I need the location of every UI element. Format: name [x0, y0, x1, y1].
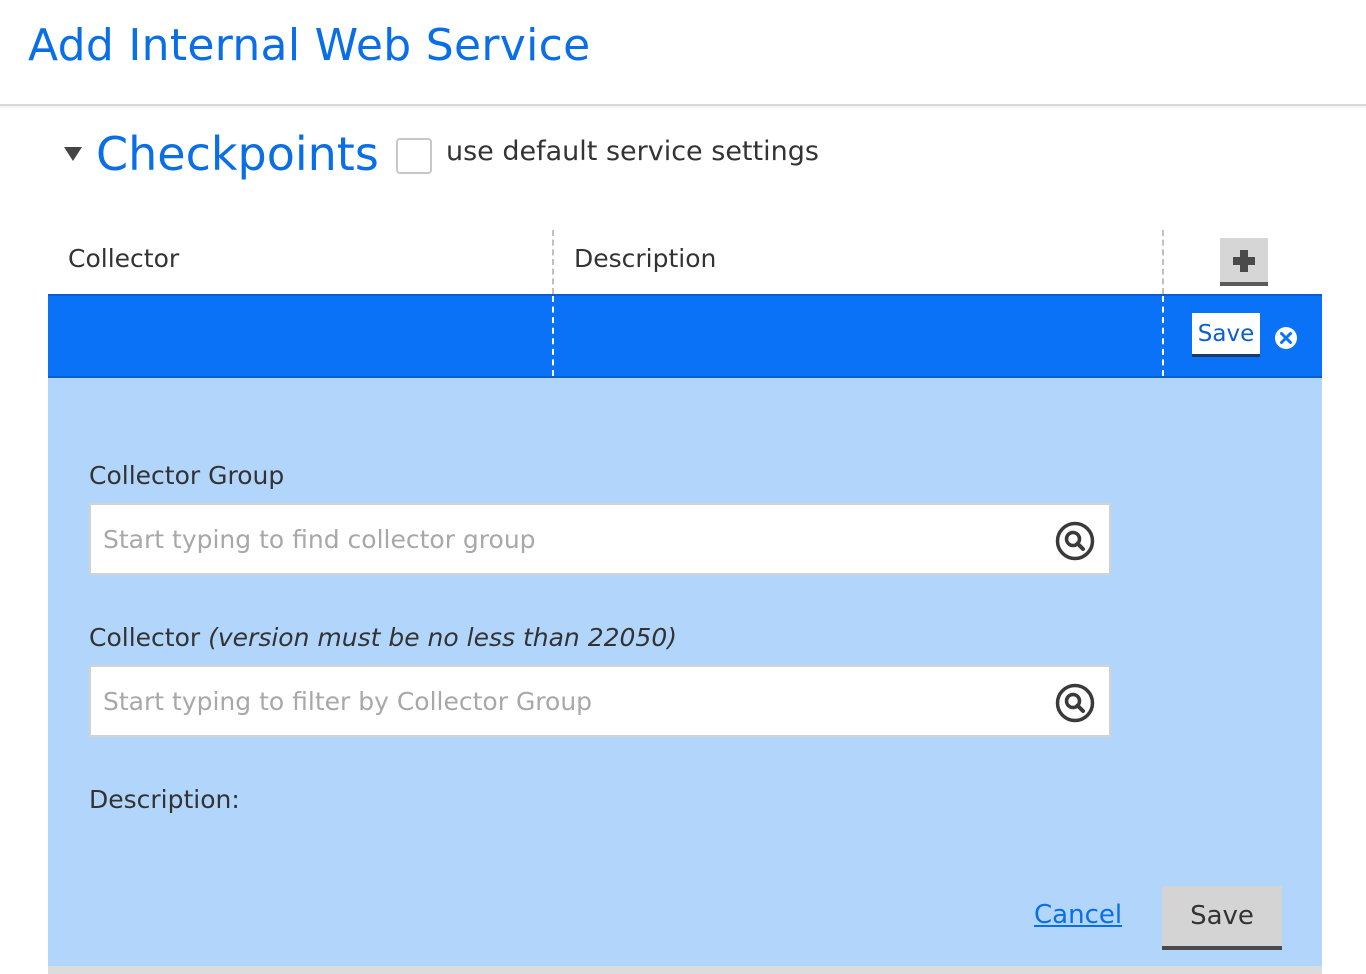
page-header: Add Internal Web Service: [0, 0, 1366, 106]
cancel-link[interactable]: Cancel: [1034, 900, 1122, 930]
section-title: Checkpoints: [96, 127, 379, 181]
save-button[interactable]: Save: [1162, 886, 1282, 950]
collector-version-note: (version must be no less than 22050): [208, 623, 677, 652]
column-divider: [1162, 230, 1164, 294]
column-divider: [552, 296, 554, 376]
column-divider: [552, 230, 554, 294]
add-web-service-page: Add Internal Web Service Checkpoints use…: [0, 0, 1366, 974]
default-settings-label: use default service settings: [446, 136, 819, 167]
default-settings-checkbox[interactable]: [396, 138, 432, 174]
search-icon[interactable]: [1055, 521, 1095, 561]
description-label: Description:: [89, 785, 240, 814]
collector-group-label: Collector Group: [89, 461, 285, 490]
search-icon[interactable]: [1055, 683, 1095, 723]
close-circle-icon[interactable]: [1274, 326, 1298, 350]
column-header-description: Description: [574, 244, 717, 273]
row-save-button[interactable]: Save: [1192, 313, 1260, 357]
collapse-triangle-icon[interactable]: [64, 147, 82, 161]
page-title: Add Internal Web Service: [28, 20, 591, 71]
collector-field[interactable]: [89, 665, 1111, 737]
panel-bottom-border: [48, 966, 1322, 974]
collector-label-text: Collector: [89, 623, 201, 652]
add-checkpoint-button[interactable]: [1220, 238, 1268, 286]
collector-group-input[interactable]: [91, 505, 1109, 573]
column-header-collector: Collector: [68, 244, 180, 273]
checkpoint-row-editing[interactable]: [48, 294, 1322, 378]
collector-input[interactable]: [91, 667, 1109, 735]
collector-group-field[interactable]: [89, 503, 1111, 575]
collector-label: Collector (version must be no less than …: [89, 623, 677, 652]
column-divider: [1162, 296, 1164, 376]
